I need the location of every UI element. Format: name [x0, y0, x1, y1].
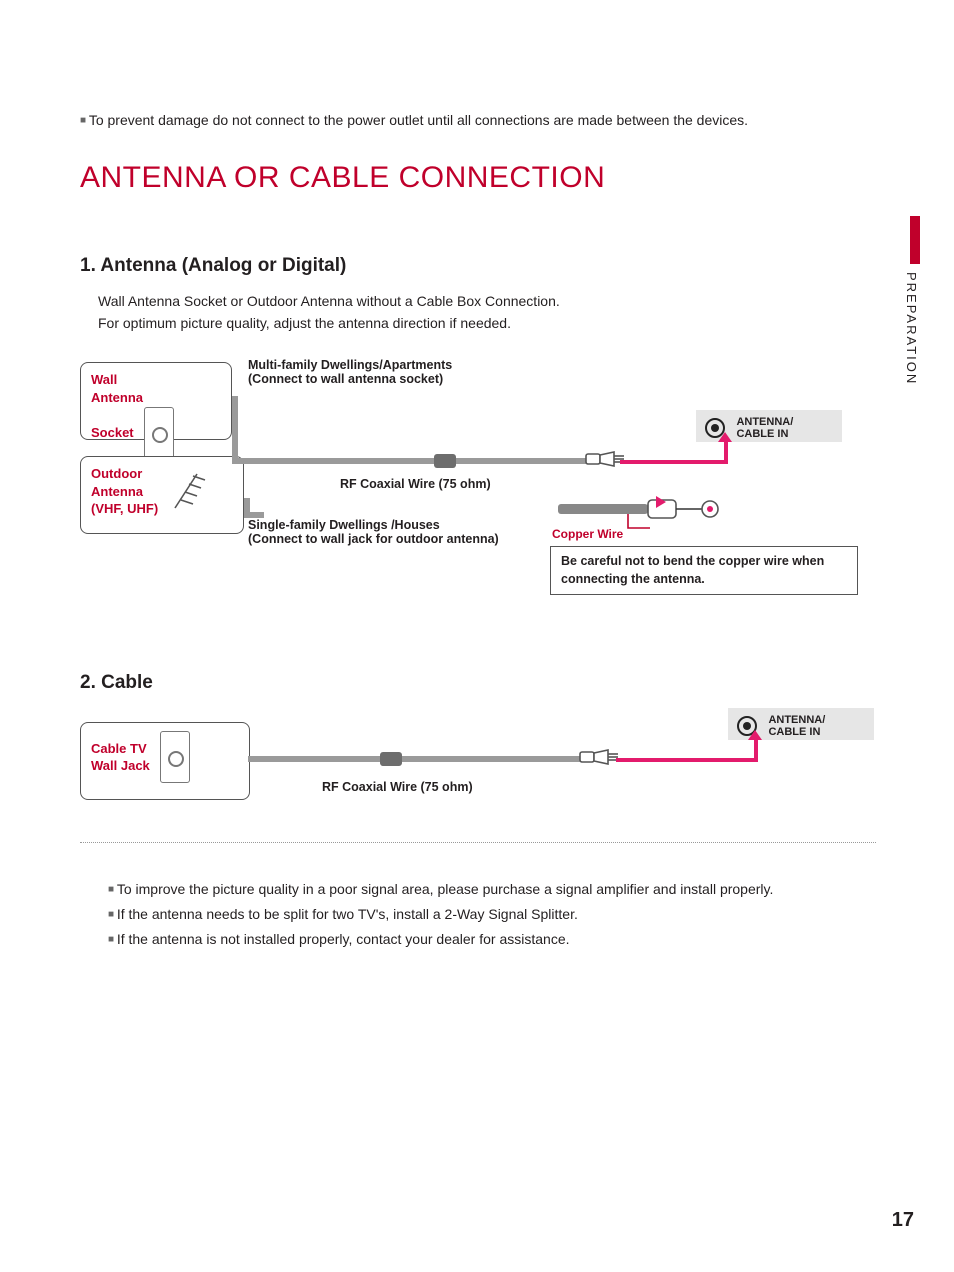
cable-port-label: ANTENNA/ CABLE IN [768, 714, 825, 738]
note-1: To improve the picture quality in a poor… [108, 879, 876, 900]
leader-line-icon [626, 512, 652, 534]
section-1-para-2: For optimum picture quality, adjust the … [98, 313, 876, 335]
arrow-right-icon [656, 496, 666, 508]
antenna-diagram: Wall Antenna Socket Outdoor Antenna (VHF… [80, 362, 876, 612]
multi-family-label: Multi-family Dwellings/Apartments (Conne… [248, 358, 452, 386]
note-2: If the antenna needs to be split for two… [108, 904, 876, 925]
signal-line-v-icon [754, 738, 758, 762]
rf-coax-label-2: RF Coaxial Wire (75 ohm) [322, 780, 473, 794]
note-3: If the antenna is not installed properly… [108, 929, 876, 950]
coax-horiz-icon [232, 458, 602, 464]
separator [80, 842, 876, 843]
wall-plate-icon [144, 407, 174, 459]
wall-socket-box: Wall Antenna Socket [80, 362, 232, 440]
section-2-heading: 2. Cable [80, 672, 876, 694]
antenna-icon [167, 466, 209, 517]
manual-page: PREPARATION To prevent damage do not con… [0, 0, 954, 1272]
section-1-heading: 1. Antenna (Analog or Digital) [80, 255, 876, 277]
section-1-para-1: Wall Antenna Socket or Outdoor Antenna w… [98, 291, 876, 313]
signal-line-icon [620, 460, 728, 464]
coax-vert-icon [232, 396, 238, 464]
section-tab-marker [910, 216, 920, 264]
ferrule-icon [434, 454, 456, 468]
signal-line-icon [616, 758, 758, 762]
copper-wire-label: Copper Wire [552, 526, 623, 542]
signal-line-v-icon [724, 440, 728, 464]
page-title: ANTENNA OR CABLE CONNECTION [80, 161, 876, 195]
antenna-port-label: ANTENNA/ CABLE IN [736, 416, 793, 440]
cable-diagram: Cable TV Wall Jack RF Coaxial Wire (75 o… [80, 722, 876, 842]
arrow-up-icon [748, 730, 762, 740]
connector-icon [584, 446, 628, 472]
page-number: 17 [892, 1209, 914, 1232]
coax-horiz-icon [248, 756, 594, 762]
cable-jack-label: Cable TV Wall Jack [91, 740, 150, 775]
footnotes: To improve the picture quality in a poor… [108, 879, 876, 950]
bend-warning-box: Be careful not to bend the copper wire w… [550, 546, 858, 595]
rf-coax-label: RF Coaxial Wire (75 ohm) [340, 477, 491, 491]
section-tab: PREPARATION [904, 216, 926, 380]
wall-plate-icon [160, 731, 190, 783]
ferrule-icon [380, 752, 402, 766]
coax-stub2-icon [244, 512, 264, 518]
outdoor-antenna-label: Outdoor Antenna (VHF, UHF) [91, 465, 158, 518]
connector-icon [578, 744, 622, 770]
arrow-up-icon [718, 432, 732, 442]
outdoor-antenna-box: Outdoor Antenna (VHF, UHF) [80, 456, 244, 534]
wall-socket-label: Wall Antenna Socket [91, 372, 143, 440]
page-content: To prevent damage do not connect to the … [80, 110, 876, 954]
cable-jack-box: Cable TV Wall Jack [80, 722, 250, 800]
top-warning: To prevent damage do not connect to the … [80, 110, 876, 131]
section-tab-label: PREPARATION [904, 272, 919, 385]
single-family-label: Single-family Dwellings /Houses (Connect… [248, 518, 499, 546]
